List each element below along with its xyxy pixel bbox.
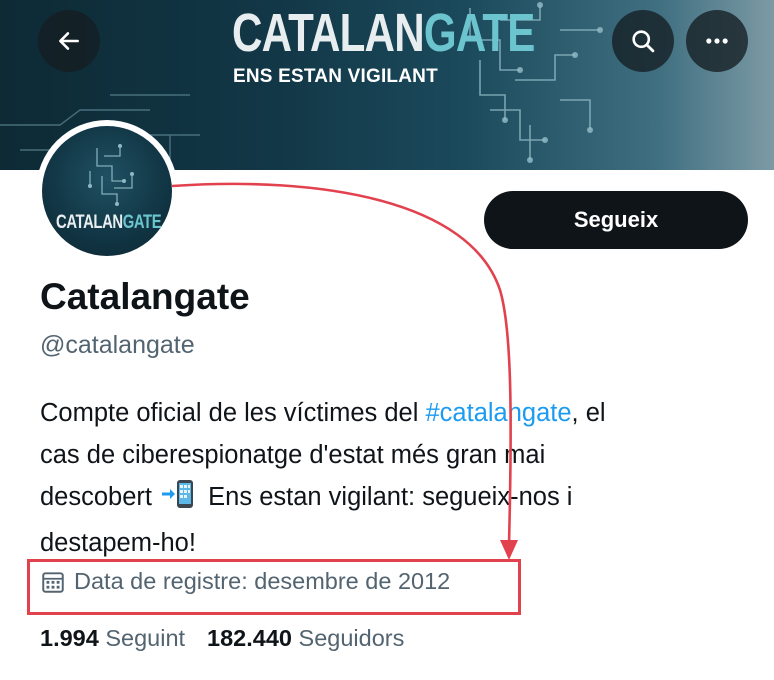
profile-bio: Compte oficial de les víctimes del #cata… bbox=[40, 392, 740, 564]
banner-title-part2: GATE bbox=[423, 3, 536, 63]
more-button[interactable] bbox=[686, 10, 748, 72]
profile-handle: @catalangate bbox=[40, 331, 195, 359]
followers-label: Seguidors bbox=[298, 625, 405, 651]
search-button[interactable] bbox=[612, 10, 674, 72]
avatar-text-part2: GATE bbox=[122, 212, 162, 233]
followers-link[interactable]: 182.440 Seguidors bbox=[207, 625, 404, 652]
profile-name: Catalangate bbox=[40, 276, 250, 317]
mobile-phone-arrow-icon bbox=[161, 479, 201, 522]
hashtag-link[interactable]: #catalangate bbox=[426, 399, 572, 427]
bio-text: cas de ciberespionatge d'estat més gran … bbox=[40, 441, 546, 469]
banner-title: CATALANGATE bbox=[232, 2, 535, 64]
bio-text: Compte oficial de les víctimes del bbox=[40, 399, 426, 427]
bio-text: destapem-ho! bbox=[40, 529, 196, 557]
banner-subtitle: ENS ESTAN VIGILANT bbox=[233, 66, 438, 87]
follow-stats: 1.994 Seguint 182.440 Seguidors bbox=[40, 625, 404, 652]
follow-button[interactable]: Segueix bbox=[484, 191, 748, 249]
arrow-left-icon bbox=[59, 32, 79, 50]
banner-title-part1: CATALAN bbox=[232, 3, 425, 63]
search-icon bbox=[632, 30, 655, 53]
avatar[interactable]: CATALANGATE bbox=[36, 120, 178, 262]
more-horizontal-icon bbox=[706, 38, 728, 44]
following-label: Seguint bbox=[105, 625, 186, 651]
bio-text: , el bbox=[571, 399, 606, 427]
followers-count: 182.440 bbox=[207, 625, 292, 651]
highlight-box-annotation bbox=[27, 559, 521, 615]
following-link[interactable]: 1.994 Seguint bbox=[40, 625, 185, 652]
avatar-text-part1: CATALAN bbox=[56, 212, 123, 233]
following-count: 1.994 bbox=[40, 625, 99, 651]
avatar-circuit bbox=[88, 144, 134, 206]
bio-text: Ens estan vigilant: segueix-nos i bbox=[201, 483, 573, 511]
bio-text: descobert bbox=[40, 483, 160, 511]
avatar-image: CATALANGATE bbox=[42, 126, 172, 256]
avatar-text: CATALANGATE bbox=[56, 212, 162, 234]
back-button[interactable] bbox=[38, 10, 100, 72]
